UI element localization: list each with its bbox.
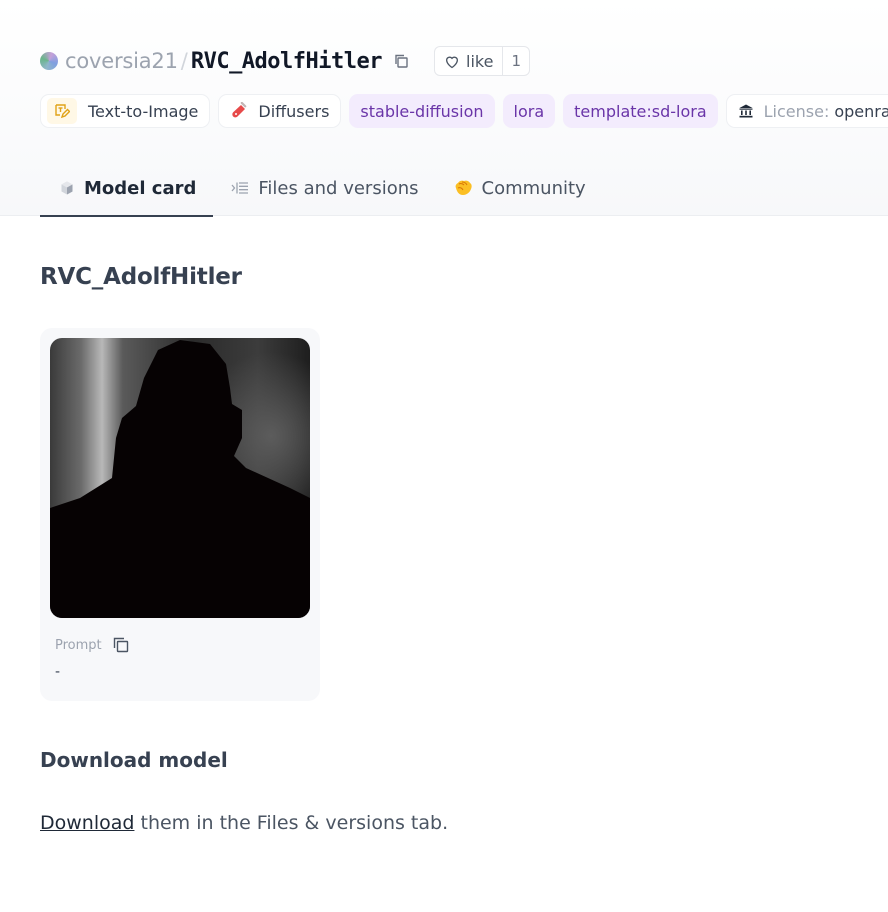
copy-repo-name-button[interactable] xyxy=(390,50,412,72)
tag-label: stable-diffusion xyxy=(360,101,484,121)
license-label: License: xyxy=(763,101,830,121)
copy-icon xyxy=(113,637,128,653)
repo-name-link[interactable]: RVC_AdolfHitler xyxy=(191,49,383,74)
tag-label: Diffusers xyxy=(258,101,330,121)
tab-model-card[interactable]: Model card xyxy=(40,160,214,217)
tag-template-sd-lora[interactable]: template:sd-lora xyxy=(563,94,718,128)
silhouette-image xyxy=(50,338,310,618)
tab-label: Community xyxy=(481,177,586,199)
gallery-card: Prompt - xyxy=(40,328,320,701)
repo-owner-link[interactable]: coversia21 xyxy=(65,49,178,73)
files-icon xyxy=(231,180,249,196)
repo-title-row: coversia21 / RVC_AdolfHitler like 1 xyxy=(40,44,530,78)
diffusers-icon xyxy=(230,102,248,120)
prompt-value: - xyxy=(55,664,61,680)
model-card-title: RVC_AdolfHitler xyxy=(40,264,242,290)
license-value: openrail xyxy=(834,101,888,121)
like-main[interactable]: like xyxy=(435,47,504,75)
prompt-label: Prompt xyxy=(55,637,102,653)
license-tag[interactable]: License: openrail xyxy=(725,94,888,128)
repo-header: coversia21 / RVC_AdolfHitler like 1 Text… xyxy=(0,0,888,217)
hand-wave-icon xyxy=(453,179,473,197)
bank-icon xyxy=(738,103,754,119)
gallery-image[interactable] xyxy=(50,338,310,618)
tag-diffusers[interactable]: Diffusers xyxy=(218,94,342,128)
tag-label: lora xyxy=(513,101,545,121)
owner-avatar[interactable] xyxy=(40,52,58,70)
tag-lora[interactable]: lora xyxy=(502,94,556,128)
download-paragraph: Download them in the Files & versions ta… xyxy=(40,812,448,834)
download-text: them in the Files & versions tab. xyxy=(134,812,449,834)
prompt-row: Prompt xyxy=(55,636,130,654)
like-button[interactable]: like 1 xyxy=(434,46,530,76)
tag-stable-diffusion[interactable]: stable-diffusion xyxy=(349,94,495,128)
tab-label: Model card xyxy=(84,177,197,199)
tab-files-and-versions[interactable]: Files and versions xyxy=(231,160,419,216)
tag-label: Text-to-Image xyxy=(88,101,199,121)
repo-path-separator: / xyxy=(180,49,188,73)
like-label: like xyxy=(466,51,494,71)
copy-prompt-button[interactable] xyxy=(112,636,130,654)
repo-tabs: Model card Files and versions Community xyxy=(40,160,586,217)
text-to-image-icon xyxy=(47,98,77,124)
cube-icon xyxy=(59,180,75,196)
tag-text-to-image[interactable]: Text-to-Image xyxy=(40,94,211,128)
tab-community[interactable]: Community xyxy=(453,160,586,216)
heart-icon xyxy=(446,56,459,68)
download-model-heading: Download model xyxy=(40,748,228,772)
copy-icon xyxy=(395,54,408,68)
tab-label: Files and versions xyxy=(258,177,419,199)
tag-list: Text-to-Image Diffusers stable-diffusion… xyxy=(40,94,888,128)
download-link[interactable]: Download xyxy=(40,812,134,834)
like-count[interactable]: 1 xyxy=(503,52,529,70)
tag-label: template:sd-lora xyxy=(574,101,707,121)
